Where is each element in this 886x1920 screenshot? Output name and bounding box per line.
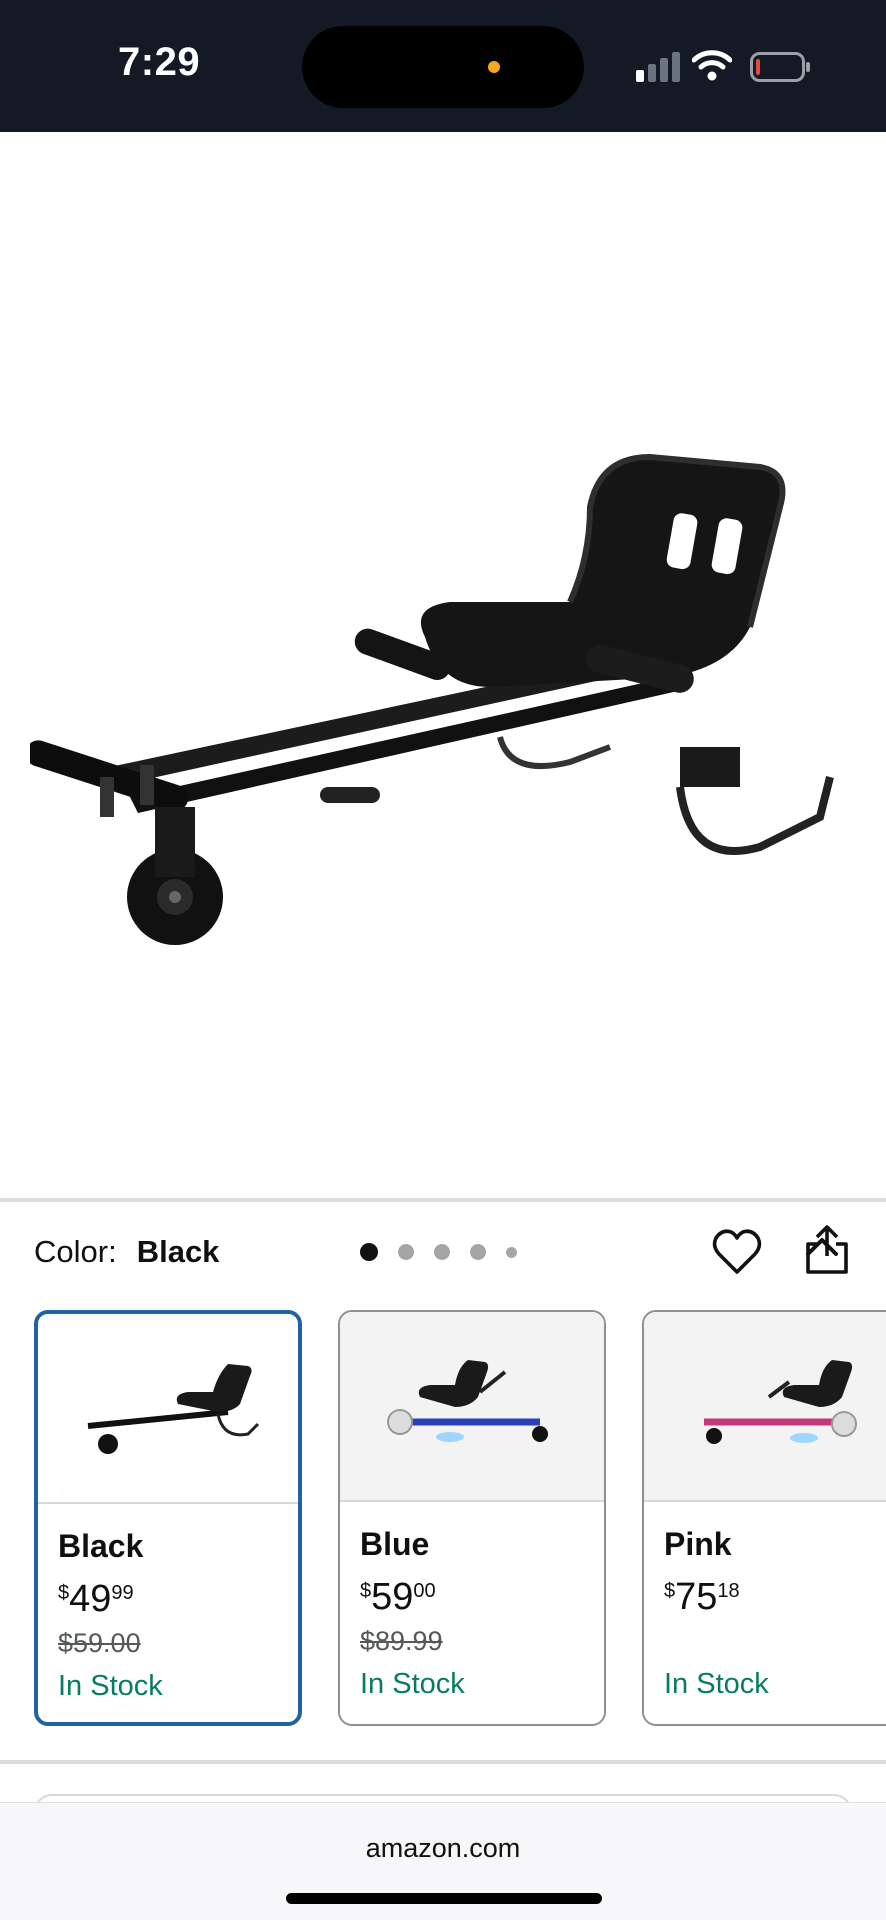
selected-color-value: Black (136, 1234, 220, 1269)
swatch-black[interactable]: Black $49 99 $59.00 In Stock (34, 1310, 302, 1726)
swatch-name: Pink (664, 1526, 732, 1562)
price-cents: 99 (111, 1582, 134, 1604)
carousel-dot[interactable] (360, 1243, 378, 1261)
stock-status: In Stock (58, 1670, 163, 1702)
swatch-price: $75 18 (664, 1576, 740, 1619)
section-divider (0, 1760, 886, 1764)
product-image-area[interactable] (0, 132, 886, 1274)
color-swatch-list[interactable]: Black $49 99 $59.00 In Stock Blue $59 00 $… (34, 1310, 886, 1730)
dynamic-island (302, 26, 584, 108)
address-bar-url[interactable]: amazon.com (0, 1833, 886, 1864)
color-selector-header: Color: Black (34, 1234, 219, 1270)
kart-blue-thumbnail (387, 1360, 548, 1442)
stock-status: In Stock (360, 1668, 465, 1700)
signal-icon (636, 52, 680, 82)
swatch-price: $49 99 (58, 1578, 134, 1621)
camera-indicator-icon (488, 61, 500, 73)
price-currency: $ (58, 1582, 70, 1604)
list-price: $89.99 (360, 1626, 443, 1656)
list-price: $59.00 (58, 1628, 141, 1658)
price-whole: 75 (675, 1576, 718, 1618)
swatch-thumbnail (340, 1312, 604, 1502)
status-time: 7:29 (118, 40, 201, 84)
price-whole: 49 (69, 1578, 112, 1620)
carousel-dot[interactable] (506, 1246, 517, 1258)
swatch-name: Black (58, 1528, 144, 1564)
swatch-name: Blue (360, 1526, 430, 1562)
swatch-pink[interactable]: Pink $75 18 In Stock (642, 1310, 886, 1726)
swatch-blue[interactable]: Blue $59 00 $89.99 In Stock (338, 1310, 606, 1726)
kart-black-thumbnail (87, 1364, 260, 1454)
price-cents: 00 (413, 1580, 436, 1602)
stock-status: In Stock (664, 1668, 769, 1700)
swatch-thumbnail (644, 1312, 886, 1502)
carousel-dot[interactable] (398, 1244, 414, 1260)
chevron-up-icon[interactable] (804, 1232, 840, 1260)
product-image[interactable] (30, 307, 860, 967)
price-cents: 18 (717, 1580, 740, 1602)
color-label: Color: (34, 1234, 117, 1269)
image-carousel-dots[interactable] (360, 1242, 537, 1262)
price-currency: $ (360, 1580, 372, 1602)
browser-bottom-bar[interactable]: amazon.com (0, 1802, 886, 1920)
swatch-price: $59 00 (360, 1576, 436, 1619)
price-whole: 59 (371, 1576, 414, 1618)
home-indicator[interactable] (286, 1893, 602, 1904)
battery-icon (750, 52, 810, 82)
carousel-dot[interactable] (434, 1244, 450, 1260)
carousel-dot[interactable] (470, 1244, 486, 1260)
wifi-icon (692, 50, 732, 81)
section-divider (0, 1198, 886, 1202)
swatch-thumbnail (38, 1314, 298, 1504)
status-bar: 7:29 (0, 0, 886, 132)
heart-icon[interactable] (712, 1228, 762, 1276)
kart-pink-thumbnail (704, 1360, 857, 1444)
price-currency: $ (664, 1580, 676, 1602)
